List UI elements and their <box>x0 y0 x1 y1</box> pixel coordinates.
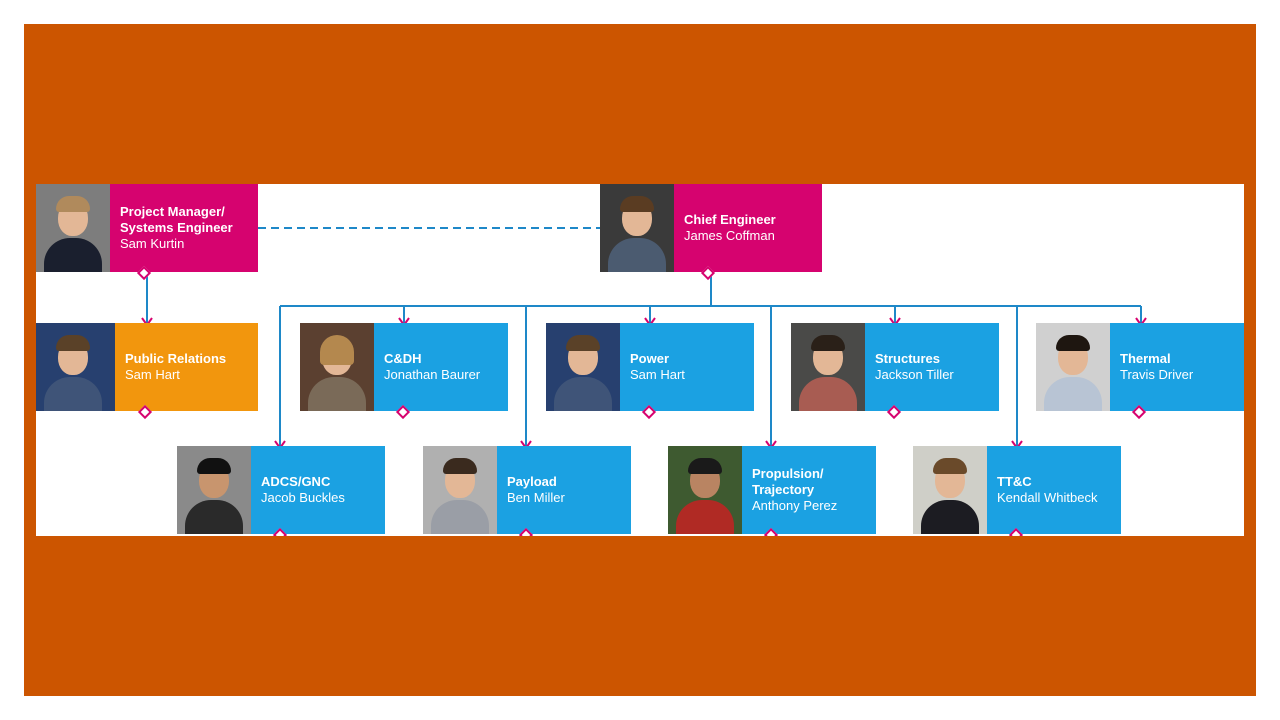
card-title: Propulsion/ Trajectory <box>752 466 824 497</box>
card-name: Travis Driver <box>1120 367 1194 382</box>
card-propulsion: Propulsion/ Trajectory Anthony Perez <box>668 446 876 536</box>
card-adcs-gnc: ADCS/GNC Jacob Buckles <box>177 446 385 536</box>
photo-travis-driver <box>1036 323 1110 411</box>
card-title: ADCS/GNC <box>261 474 331 489</box>
card-name: Kendall Whitbeck <box>997 490 1098 505</box>
card-title: TT&C <box>997 474 1032 489</box>
card-name: Anthony Perez <box>752 498 838 513</box>
card-title: Public Relations <box>125 351 227 366</box>
photo-sam-hart <box>36 323 115 411</box>
connector-diamond <box>763 527 779 536</box>
card-name: Sam Hart <box>125 367 180 382</box>
card-payload: Payload Ben Miller <box>423 446 631 536</box>
photo-sam-kurtin <box>36 184 110 272</box>
connector-diamond <box>272 527 288 536</box>
photo-sam-hart-power <box>546 323 620 411</box>
card-chief-engineer: Chief Engineer James Coffman <box>600 184 822 281</box>
card-public-relations: Public Relations Sam Hart <box>36 323 258 420</box>
card-title: Project Manager/ Systems Engineer <box>120 204 233 235</box>
photo-jonathan-baurer <box>300 323 374 411</box>
photo-anthony-perez <box>668 446 742 534</box>
card-name: Jacob Buckles <box>261 490 345 505</box>
connector-diamond <box>1008 527 1024 536</box>
card-name: Jackson Tiller <box>875 367 954 382</box>
card-thermal: Thermal Travis Driver <box>1036 323 1244 420</box>
card-structures: Structures Jackson Tiller <box>791 323 999 420</box>
card-name: James Coffman <box>684 228 775 243</box>
card-ttc: TT&C Kendall Whitbeck <box>913 446 1121 536</box>
card-name: Ben Miller <box>507 490 565 505</box>
card-title: Structures <box>875 351 941 366</box>
card-cdh: C&DH Jonathan Baurer <box>300 323 508 420</box>
card-name: Sam Hart <box>630 367 685 382</box>
org-chart: Project Manager/ Systems Engineer Sam Ku… <box>36 184 1244 536</box>
card-title: C&DH <box>384 351 422 366</box>
photo-kendall-whitbeck <box>913 446 987 534</box>
photo-jackson-tiller <box>791 323 865 411</box>
photo-jacob-buckles <box>177 446 251 534</box>
card-name: Jonathan Baurer <box>384 367 481 382</box>
card-project-manager: Project Manager/ Systems Engineer Sam Ku… <box>36 184 258 281</box>
card-title: Payload <box>507 474 557 489</box>
photo-ben-miller <box>423 446 497 534</box>
photo-james-coffman <box>600 184 674 272</box>
card-name: Sam Kurtin <box>120 236 185 251</box>
card-title: Power <box>630 351 670 366</box>
card-title: Chief Engineer <box>684 212 776 227</box>
connector-diamond <box>518 527 534 536</box>
card-power: Power Sam Hart <box>546 323 754 420</box>
card-title: Thermal <box>1120 351 1171 366</box>
